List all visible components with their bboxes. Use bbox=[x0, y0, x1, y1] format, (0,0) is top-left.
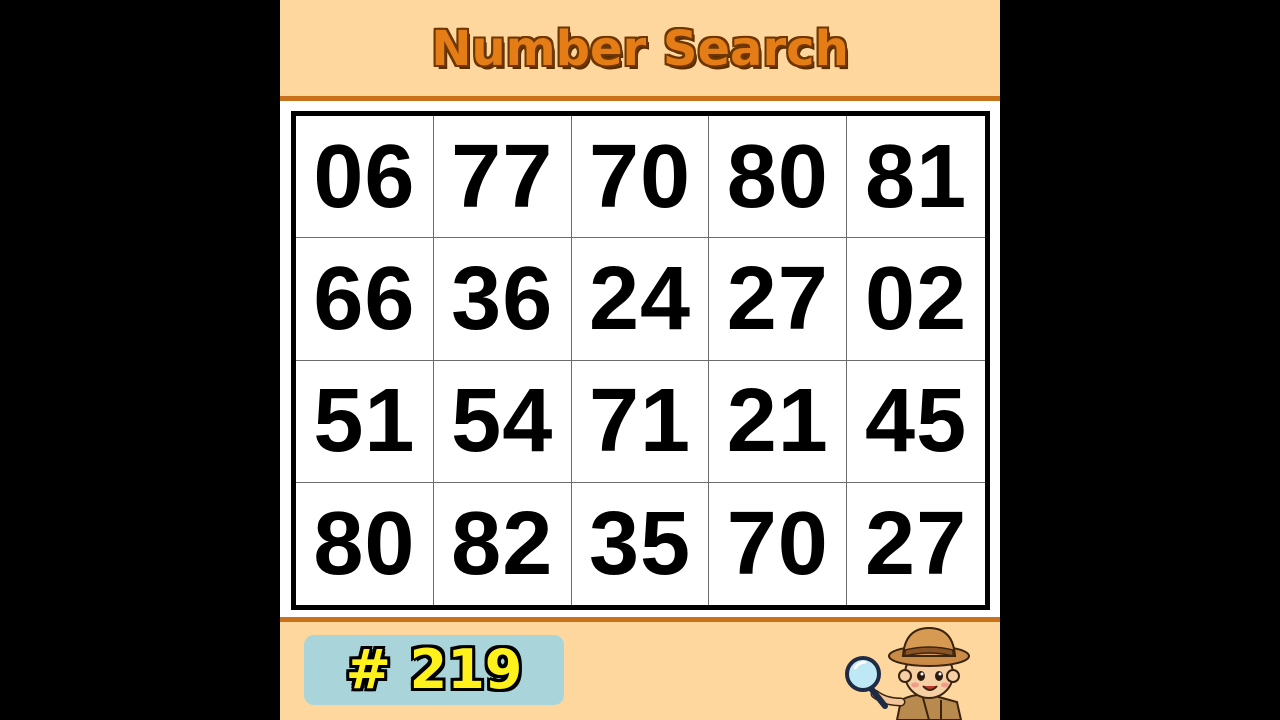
grid-cell[interactable]: 81 bbox=[847, 116, 985, 239]
grid-cell[interactable]: 80 bbox=[709, 116, 848, 239]
grid-cell[interactable]: 54 bbox=[433, 360, 572, 483]
grid-cell[interactable]: 71 bbox=[571, 360, 710, 483]
explorer-with-magnifying-glass-icon bbox=[845, 626, 970, 720]
grid-cell[interactable]: 35 bbox=[572, 482, 710, 605]
grid-cell[interactable]: 21 bbox=[709, 360, 848, 483]
grid-cell[interactable]: 66 bbox=[296, 238, 434, 361]
grid-cell[interactable]: 27 bbox=[709, 238, 848, 361]
grid-cell[interactable]: 06 bbox=[296, 116, 434, 239]
grid-cell[interactable]: 27 bbox=[847, 483, 985, 605]
puzzle-board: 06 77 70 80 81 66 36 24 27 02 51 54 71 21 45 80 82 35 70 27 bbox=[280, 101, 1000, 617]
grid-cell[interactable]: 36 bbox=[433, 238, 572, 361]
grid-cell[interactable]: 70 bbox=[709, 482, 848, 605]
grid-cell[interactable]: 24 bbox=[571, 238, 710, 361]
game-stage: Number Search 06 77 70 80 81 66 36 24 27 02 51 54 71… bbox=[280, 0, 1000, 720]
puzzle-number-badge: # 219 bbox=[304, 635, 564, 705]
grid-cell[interactable]: 77 bbox=[433, 116, 572, 239]
game-title: Number Search bbox=[431, 21, 849, 77]
grid-cell[interactable]: 80 bbox=[296, 482, 434, 605]
grid-cell[interactable]: 70 bbox=[571, 116, 710, 239]
grid-cell[interactable]: 02 bbox=[847, 238, 985, 361]
grid-cell[interactable]: 82 bbox=[434, 482, 572, 605]
grid-cell[interactable]: 51 bbox=[296, 360, 434, 483]
grid-cell[interactable]: 45 bbox=[847, 361, 985, 483]
puzzle-number: # 219 bbox=[345, 638, 523, 701]
number-grid: 06 77 70 80 81 66 36 24 27 02 51 54 71 21 45 80 82 35 70 27 bbox=[291, 111, 990, 610]
